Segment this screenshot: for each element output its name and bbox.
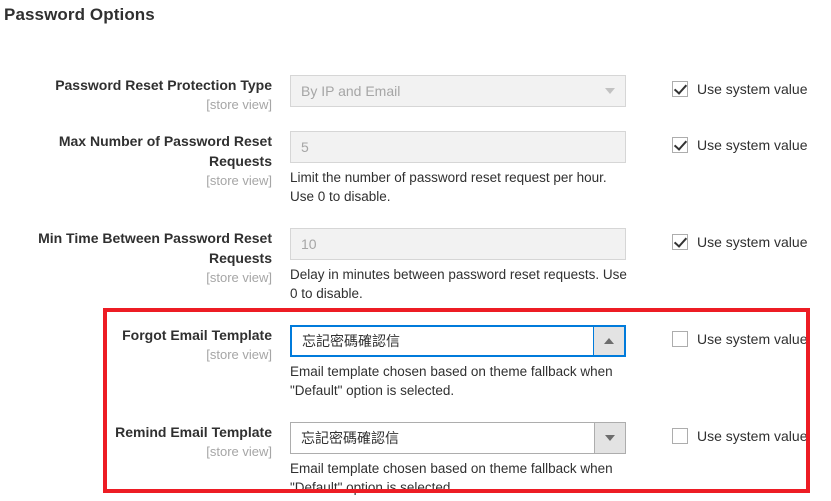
field-control: 忘記密碼確認信 Email template chosen based on t… xyxy=(290,325,626,400)
use-system-value-label: Use system value xyxy=(697,81,808,97)
field-scope: [store view] xyxy=(206,173,272,188)
checkbox-icon[interactable] xyxy=(672,428,688,444)
input-value: 5 xyxy=(301,139,309,155)
password-options-page: Password Options Password Reset Protecti… xyxy=(0,0,831,501)
password-reset-protection-type-select[interactable]: By IP and Email xyxy=(290,75,626,107)
use-system-value-toggle-1[interactable]: Use system value xyxy=(672,137,807,153)
chevron-down-icon[interactable] xyxy=(594,423,625,453)
chevron-down-icon xyxy=(595,76,625,106)
chevron-up-icon[interactable] xyxy=(593,327,624,355)
use-system-value-label: Use system value xyxy=(697,234,808,250)
field-note: Email template chosen based on theme fal… xyxy=(290,364,613,398)
checkbox-icon[interactable] xyxy=(672,137,688,153)
use-system-value-toggle-4[interactable]: Use system value xyxy=(672,428,807,444)
field-control: 忘記密碼確認信 Email template chosen based on t… xyxy=(290,422,626,497)
field-label-group: Min Time Between Password Reset Requests… xyxy=(0,228,272,287)
field-label-group: Password Reset Protection Type [store vi… xyxy=(0,75,272,114)
field-control: By IP and Email xyxy=(290,75,626,107)
use-system-value-label: Use system value xyxy=(697,137,808,153)
use-system-value-toggle-0[interactable]: Use system value xyxy=(672,81,807,97)
field-label-group: Forgot Email Template [store view] xyxy=(0,325,272,364)
field-label: Max Number of Password Reset Requests xyxy=(58,133,272,169)
forgot-email-template-select[interactable]: 忘記密碼確認信 xyxy=(290,325,626,357)
select-value: 忘記密碼確認信 xyxy=(302,333,400,349)
use-system-value-toggle-2[interactable]: Use system value xyxy=(672,234,807,250)
use-system-value-label: Use system value xyxy=(697,428,808,444)
input-value: 10 xyxy=(301,236,317,252)
field-control: 5 Limit the number of password reset req… xyxy=(290,131,626,206)
field-control: 10 Delay in minutes between password res… xyxy=(290,228,627,303)
min-time-between-resets-input[interactable]: 10 xyxy=(290,228,626,260)
max-password-reset-requests-input[interactable]: 5 xyxy=(290,131,626,163)
remind-email-template-select[interactable]: 忘記密碼確認信 xyxy=(290,422,626,454)
field-scope: [store view] xyxy=(206,270,272,285)
field-scope: [store view] xyxy=(206,347,272,362)
field-note: Limit the number of password reset reque… xyxy=(290,170,607,204)
field-note: Email template chosen based on theme fal… xyxy=(290,461,613,495)
field-label: Min Time Between Password Reset Requests xyxy=(38,230,272,266)
field-label: Remind Email Template xyxy=(115,424,272,440)
field-note: Delay in minutes between password reset … xyxy=(290,267,627,301)
field-label: Forgot Email Template xyxy=(122,327,272,343)
checkbox-icon[interactable] xyxy=(672,81,688,97)
field-label-group: Max Number of Password Reset Requests [s… xyxy=(0,131,272,190)
checkbox-icon[interactable] xyxy=(672,331,688,347)
field-label: Password Reset Protection Type xyxy=(55,77,272,93)
use-system-value-label: Use system value xyxy=(697,331,808,347)
field-scope: [store view] xyxy=(206,97,272,112)
field-scope: [store view] xyxy=(206,444,272,459)
checkbox-icon[interactable] xyxy=(672,234,688,250)
page-title: Password Options xyxy=(4,5,155,24)
select-value: 忘記密碼確認信 xyxy=(301,430,399,446)
use-system-value-toggle-3[interactable]: Use system value xyxy=(672,331,807,347)
field-label-group: Remind Email Template [store view] xyxy=(0,422,272,461)
select-value: By IP and Email xyxy=(301,83,401,99)
